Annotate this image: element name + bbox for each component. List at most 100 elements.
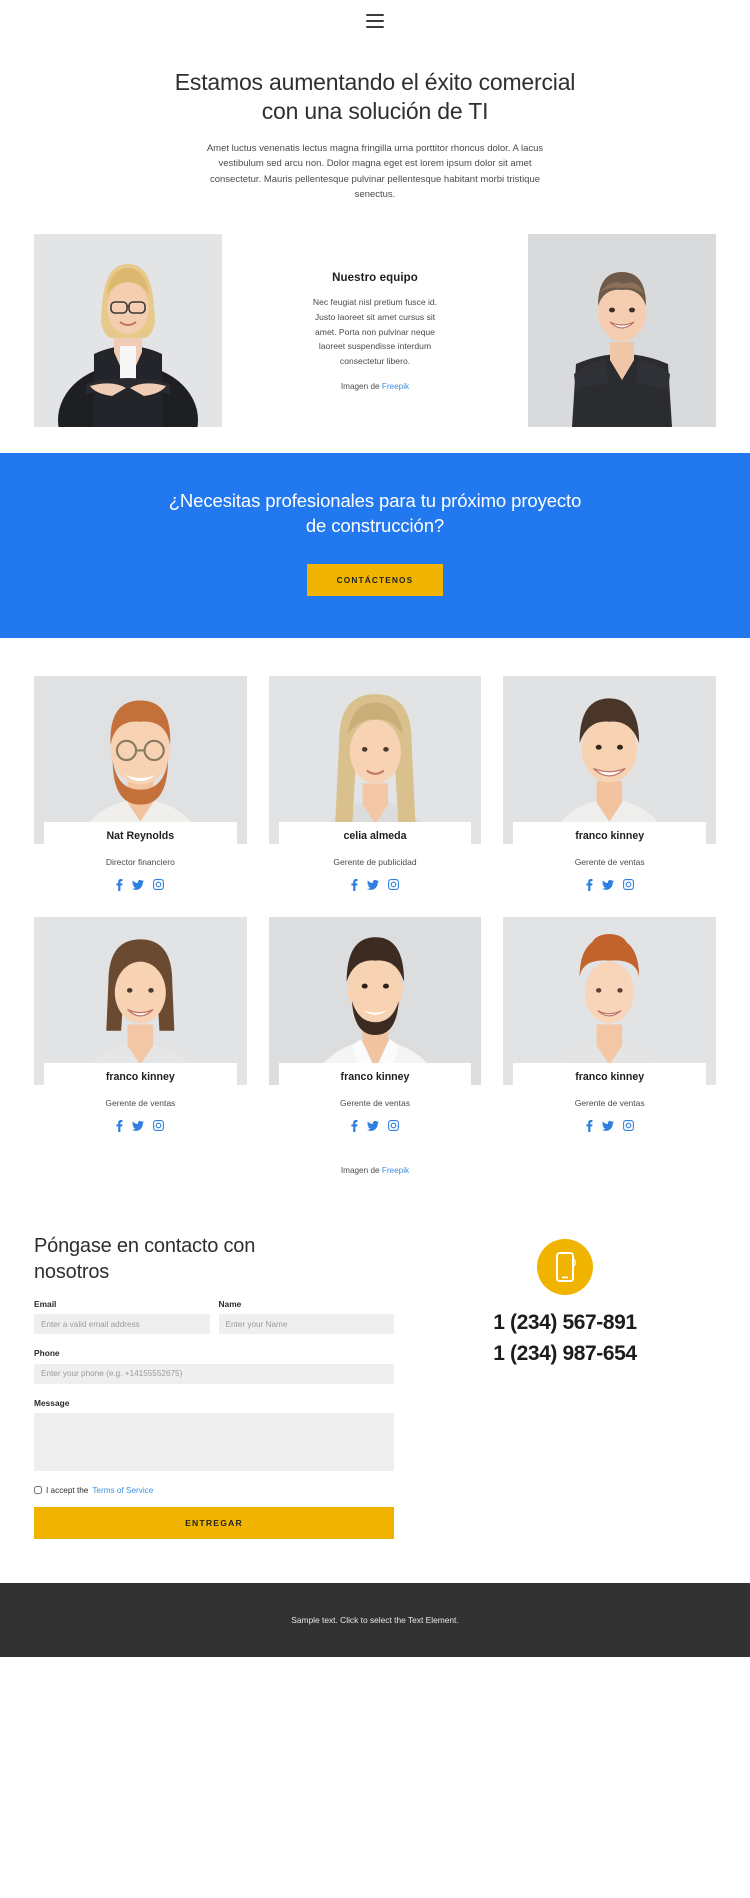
freepik-link[interactable]: Freepik	[382, 1166, 409, 1175]
smiling-man-portrait-illustration	[503, 675, 716, 844]
member-name-plate: Nat Reynolds	[44, 821, 237, 848]
message-label: Message	[34, 1397, 70, 1408]
member-socials	[34, 878, 247, 891]
site-header	[0, 0, 750, 42]
credit-prefix: Imagen de	[340, 382, 382, 392]
redhead-woman-portrait-illustration	[503, 916, 716, 1085]
terms-of-service-link[interactable]: Terms of Service	[92, 1486, 153, 1495]
member-photo	[268, 916, 482, 1085]
twitter-icon[interactable]	[366, 879, 379, 890]
member-socials	[269, 1119, 482, 1132]
instagram-icon[interactable]	[622, 1120, 634, 1132]
team-grid-credit: Imagen de Freepik	[0, 1154, 750, 1175]
member-photo	[268, 675, 482, 844]
message-textarea[interactable]	[34, 1412, 394, 1471]
terms-row: I accept the Terms of Service	[34, 1486, 394, 1495]
blonde-woman-portrait-illustration	[268, 675, 482, 844]
instagram-icon[interactable]	[622, 879, 634, 891]
member-role: Gerente de ventas	[574, 856, 645, 867]
man-in-shirt-portrait-illustration	[268, 916, 482, 1085]
page-root: Estamos aumentando el éxito comercial co…	[0, 0, 750, 1657]
facebook-icon[interactable]	[116, 1119, 123, 1132]
facebook-icon[interactable]	[586, 878, 593, 891]
member-name: celia almeda	[343, 829, 407, 842]
member-role: Gerente de ventas	[340, 1097, 410, 1108]
email-input[interactable]	[34, 1314, 210, 1335]
team-member-card: franco kinney Gerente de ventas	[503, 916, 716, 1132]
bearded-man-portrait-illustration	[34, 675, 247, 844]
member-name-plate: franco kinney	[44, 1062, 237, 1089]
instagram-icon[interactable]	[388, 1120, 399, 1132]
site-footer: Sample text. Click to select the Text El…	[0, 1582, 750, 1657]
member-role: Gerente de ventas	[105, 1097, 176, 1108]
twitter-icon[interactable]	[132, 1120, 145, 1131]
member-role: Gerente de publicidad	[333, 856, 417, 867]
phone-input[interactable]	[34, 1363, 394, 1384]
footer-text: Sample text. Click to select the Text El…	[291, 1614, 459, 1625]
hero-paragraph: Amet luctus venenatis lectus magna fring…	[206, 142, 544, 200]
team-member-card: franco kinney Gerente de ventas	[503, 675, 716, 891]
team-intro-copy: Nuestro equipo Nec feugiat nisl pretium …	[222, 234, 528, 391]
team-intro-section: Nuestro equipo Nec feugiat nisl pretium …	[0, 220, 750, 453]
member-socials	[503, 878, 716, 891]
team-intro-right-photo	[528, 234, 716, 428]
twitter-icon[interactable]	[132, 879, 145, 890]
twitter-icon[interactable]	[366, 1120, 379, 1131]
twitter-icon[interactable]	[601, 1120, 614, 1131]
phone-label: Phone	[34, 1348, 60, 1359]
email-name-row: Email Name	[34, 1299, 394, 1335]
member-photo	[503, 916, 716, 1085]
freepik-link[interactable]: Freepik	[382, 382, 409, 391]
member-photo	[503, 675, 716, 844]
member-name: franco kinney	[340, 1070, 410, 1083]
member-socials	[269, 878, 482, 891]
businesswoman-portrait-illustration	[34, 234, 222, 428]
contact-phone-block: 1 (234) 567-891 1 (234) 987-654	[414, 1233, 716, 1539]
contact-us-button[interactable]: CONTÁCTENOS	[306, 563, 444, 596]
hamburger-menu-icon[interactable]	[366, 14, 384, 28]
young-man-portrait-illustration	[528, 234, 716, 428]
twitter-icon[interactable]	[601, 879, 614, 890]
instagram-icon[interactable]	[388, 879, 399, 891]
member-socials	[34, 1119, 247, 1132]
terms-prefix: I accept the	[46, 1485, 89, 1495]
name-input[interactable]	[218, 1314, 394, 1335]
cta-title: ¿Necesitas profesionales para tu próximo…	[168, 490, 582, 536]
hero-section: Estamos aumentando el éxito comercial co…	[0, 42, 750, 220]
facebook-icon[interactable]	[116, 878, 123, 891]
contact-section: Póngase en contacto con nosotros Email N…	[0, 1175, 750, 1583]
phone-field-group: Phone	[34, 1348, 394, 1384]
member-name-plate: franco kinney	[513, 1062, 706, 1089]
team-member-card: franco kinney Gerente de ventas	[268, 916, 482, 1132]
submit-button[interactable]: ENTREGAR	[34, 1506, 394, 1539]
message-field-group: Message	[34, 1398, 394, 1476]
member-name-plate: franco kinney	[278, 1062, 472, 1089]
member-name: franco kinney	[575, 1070, 645, 1083]
mobile-phone-icon	[537, 1238, 593, 1295]
contact-heading: Póngase en contacto con nosotros	[34, 1234, 256, 1283]
instagram-icon[interactable]	[153, 1120, 165, 1132]
member-name: franco kinney	[105, 1070, 175, 1083]
cta-banner: ¿Necesitas profesionales para tu próximo…	[0, 453, 750, 638]
facebook-icon[interactable]	[586, 1119, 593, 1132]
member-socials	[503, 1119, 716, 1132]
member-role: Director financiero	[105, 856, 175, 867]
name-field-group: Name	[218, 1298, 394, 1335]
member-photo	[34, 916, 247, 1085]
page-title: Estamos aumentando el éxito comercial co…	[174, 69, 576, 125]
team-intro-heading: Nuestro equipo	[332, 272, 418, 285]
member-role: Gerente de ventas	[574, 1097, 645, 1108]
member-photo	[34, 675, 247, 844]
accept-terms-checkbox[interactable]	[34, 1486, 42, 1495]
facebook-icon[interactable]	[351, 878, 358, 891]
name-label: Name	[218, 1298, 242, 1309]
team-intro-credit: Imagen de Freepik	[244, 382, 506, 391]
facebook-icon[interactable]	[351, 1119, 358, 1132]
team-member-card: celia almeda Gerente de publicidad	[268, 675, 482, 891]
instagram-icon[interactable]	[153, 879, 165, 891]
contact-form: Póngase en contacto con nosotros Email N…	[34, 1233, 394, 1539]
team-intro-paragraph: Nec feugiat nisl pretium fusce id. Justo…	[312, 297, 438, 366]
team-grid: Nat Reynolds Director financiero celia a…	[0, 638, 750, 1154]
member-name-plate: celia almeda	[278, 821, 472, 848]
mobile-phone-glyph	[556, 1251, 576, 1282]
